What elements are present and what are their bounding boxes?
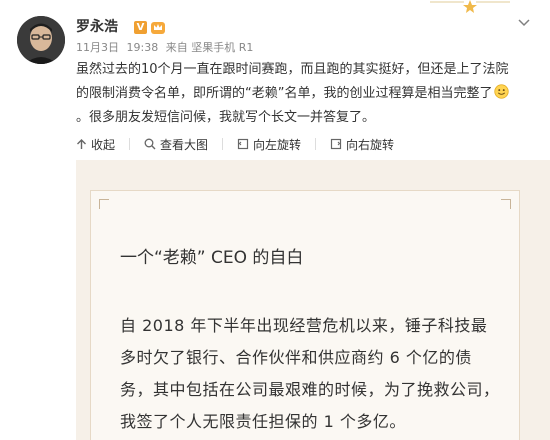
letter-body: 自 2018 年下半年出现经营危机以来，锤子科技最多时欠了银行、合作伙伴和供应商… — [120, 316, 500, 431]
toolbar-divider — [315, 138, 317, 150]
toolbar-divider — [129, 138, 131, 150]
rotate-right-button[interactable]: 向右旋转 — [330, 136, 394, 153]
image-toolbar: 收起 查看大图 向左旋转 向右旋转 — [76, 135, 408, 153]
toolbar-divider — [222, 138, 224, 150]
corner-ornament — [99, 199, 109, 209]
post-meta: 11月3日 19:38 来自 坚果手机 R1 — [76, 40, 257, 56]
collapse-label: 收起 — [91, 137, 116, 152]
decoration-ornament-icon — [430, 0, 510, 13]
magnifier-icon — [144, 138, 156, 150]
rotate-right-icon — [330, 138, 342, 150]
member-crown-icon — [151, 22, 165, 34]
rotate-left-label: 向左旋转 — [253, 137, 302, 152]
post-body: 虽然过去的10个月一直在跟时间赛跑，而且跑的其实挺好，但还是上了法院的限制消费令… — [76, 58, 516, 130]
corner-ornament — [501, 199, 511, 209]
weibo-post: 罗永浩 V 11月3日 19:38 来自 坚果手机 R1 虽然过去的10个月一直… — [0, 0, 550, 440]
rotate-left-button[interactable]: 向左旋转 — [237, 136, 301, 153]
username[interactable]: 罗永浩 — [76, 18, 118, 36]
view-large-button[interactable]: 查看大图 — [144, 136, 208, 153]
view-large-label: 查看大图 — [160, 137, 209, 152]
rotate-right-label: 向右旋转 — [346, 137, 395, 152]
post-date[interactable]: 11月3日 — [76, 41, 119, 54]
post-body-text-continued: 。很多朋友发短信问候，我就写个长文一并答复了。 — [76, 110, 376, 125]
letter-title: 一个“老赖” CEO 的自白 — [120, 248, 304, 268]
arrow-up-icon — [77, 138, 86, 149]
rotate-left-icon — [237, 138, 249, 150]
verified-v-icon: V — [134, 21, 147, 34]
smiley-icon — [494, 84, 510, 99]
post-body-text: 虽然过去的10个月一直在跟时间赛跑，而且跑的其实挺好，但还是上了法院的限制消费令… — [76, 62, 509, 101]
collapse-button[interactable]: 收起 — [76, 136, 115, 153]
post-time[interactable]: 19:38 — [127, 41, 159, 54]
chevron-down-icon[interactable] — [518, 18, 530, 28]
avatar[interactable] — [17, 16, 65, 64]
post-source: 来自 坚果手机 R1 — [165, 41, 254, 54]
